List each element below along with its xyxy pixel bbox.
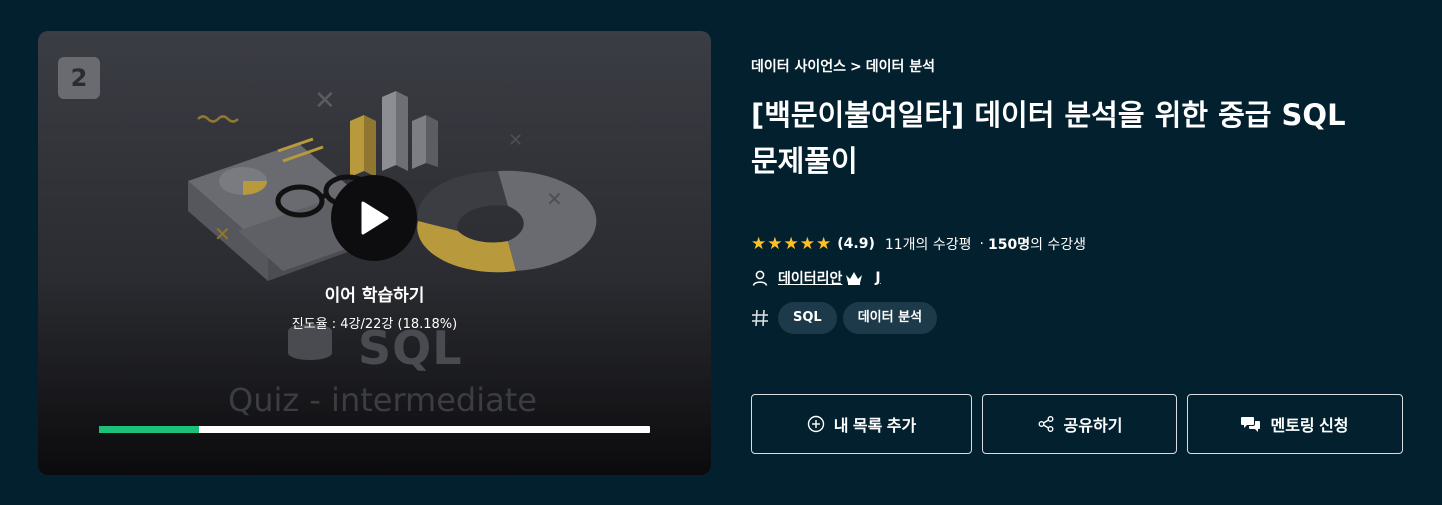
video-thumbnail-card[interactable]: ✕ ✕ ✕ ✕ 2 SQL Quiz - intermediate 이어 학습하… [38, 31, 711, 475]
progress-bar-fill [99, 426, 200, 433]
share-label: 공유하기 [1063, 418, 1123, 435]
progress-rate-text: 진도율 : 4강/22강 (18.18%) [291, 317, 458, 332]
add-to-list-button[interactable]: 내 목록 추가 [751, 394, 972, 454]
course-title-line1: [백문이불여일타] 데이터 분석을 위한 중급 SQL [751, 98, 1346, 132]
resume-learning-label[interactable]: 이어 학습하기 [38, 281, 711, 306]
instructor-row: 데이터리안 J [751, 268, 881, 288]
breadcrumb-separator: > [850, 59, 862, 75]
rating-stars: ★ ★ ★ ★ ★ [751, 233, 832, 254]
mentoring-request-label: 멘토링 신청 [1270, 418, 1349, 435]
chat-icon [1241, 417, 1261, 432]
play-icon [361, 201, 389, 235]
svg-text:✕: ✕ [214, 222, 231, 246]
star-icon: ★ [767, 233, 783, 254]
breadcrumb-parent[interactable]: 데이터 사이언스 [751, 59, 846, 75]
tags-row: SQL 데이터 분석 [751, 302, 943, 334]
star-icon: ★ [816, 233, 832, 254]
star-icon: ★ [799, 233, 815, 254]
user-icon [752, 270, 768, 286]
svg-text:✕: ✕ [508, 130, 523, 151]
tag-data-analysis[interactable]: 데이터 분석 [842, 302, 938, 334]
progress-bar [99, 426, 650, 433]
share-button[interactable]: 공유하기 [982, 394, 1177, 454]
breadcrumb-child[interactable]: 데이터 분석 [866, 59, 935, 75]
hash-icon [752, 309, 768, 327]
course-title-line2: 문제풀이 [751, 144, 858, 178]
svg-text:✕: ✕ [546, 187, 563, 211]
student-count: 150명의 수강생 [988, 234, 1086, 254]
play-button[interactable] [331, 175, 417, 261]
svg-text:✕: ✕ [314, 86, 336, 116]
share-icon [1038, 416, 1054, 432]
thumbnail-subtitle-text: Quiz - intermediate [228, 381, 537, 419]
rating-row: ★ ★ ★ ★ ★ (4.9) 11개의 수강평 · 150명의 수강생 [751, 234, 1086, 254]
plus-circle-icon [807, 415, 824, 433]
add-to-list-label: 내 목록 추가 [833, 418, 917, 435]
separator-dot: · [979, 236, 984, 252]
instructor-extra-link[interactable]: J [875, 270, 880, 286]
mentoring-request-button[interactable]: 멘토링 신청 [1187, 394, 1403, 454]
student-count-number: 150명 [987, 237, 1031, 253]
tag-sql[interactable]: SQL [778, 302, 837, 334]
breadcrumb: 데이터 사이언스 > 데이터 분석 [751, 56, 935, 76]
rating-score: (4.9) [837, 236, 875, 252]
review-count[interactable]: 11개의 수강평 [885, 234, 972, 254]
lecture-number-badge: 2 [58, 57, 100, 99]
crown-icon [846, 272, 863, 285]
star-icon: ★ [751, 233, 767, 254]
instructor-name-link[interactable]: 데이터리안 [778, 268, 842, 288]
student-count-suffix: 의 수강생 [1030, 237, 1087, 253]
star-icon: ★ [783, 233, 799, 254]
course-title: [백문이불여일타] 데이터 분석을 위한 중급 SQL 문제풀이 [751, 92, 1411, 184]
